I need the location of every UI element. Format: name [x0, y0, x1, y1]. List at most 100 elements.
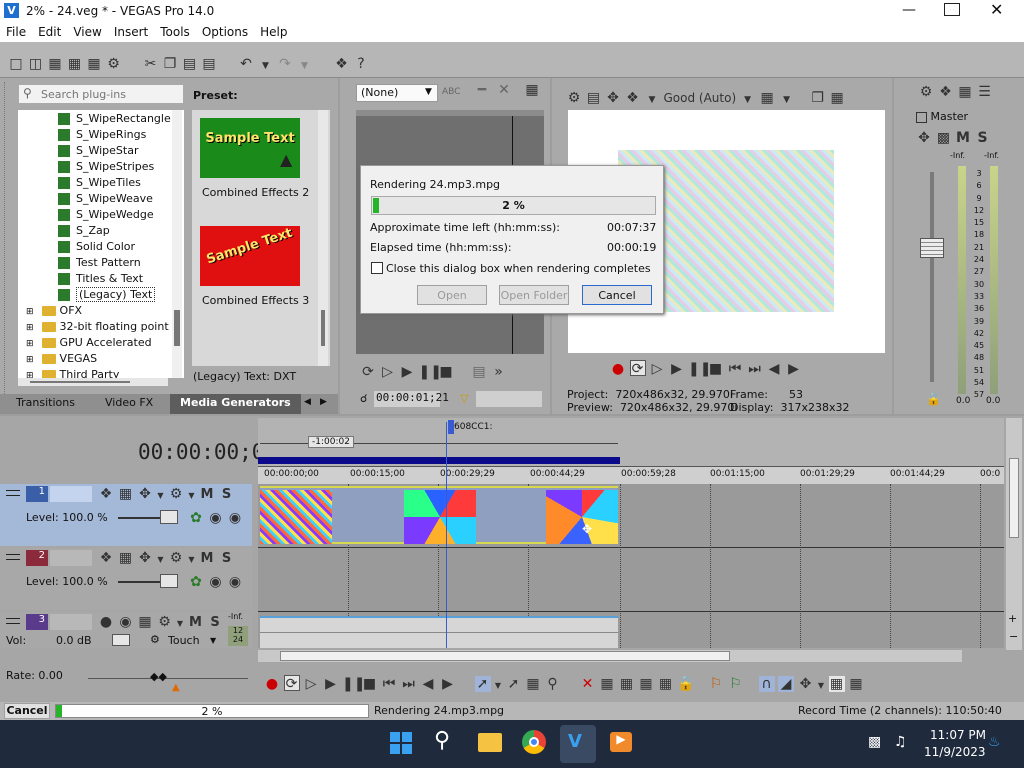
- file-explorer-icon[interactable]: [478, 733, 502, 752]
- touch-mode[interactable]: Touch: [168, 634, 200, 647]
- expand-icon[interactable]: ⊞: [26, 371, 34, 378]
- undo-dropdown-icon[interactable]: ▼: [258, 58, 274, 74]
- menu-insert[interactable]: Insert: [108, 22, 154, 39]
- record-arm-icon[interactable]: ●: [98, 614, 114, 630]
- tree-hscrollbar[interactable]: [18, 378, 168, 386]
- new-icon[interactable]: □: [8, 56, 24, 72]
- pause-icon[interactable]: ❚❚: [342, 676, 365, 692]
- grid-icon[interactable]: ▦: [759, 90, 775, 106]
- track-fx-icon[interactable]: ▦: [118, 550, 134, 566]
- volume-icon[interactable]: ♫: [894, 734, 907, 750]
- track-fx-icon[interactable]: ▦: [118, 486, 134, 502]
- start-icon[interactable]: [390, 732, 412, 754]
- tree-folder[interactable]: ⊞ Third Party: [26, 368, 169, 378]
- undo-icon[interactable]: ↶: [238, 56, 254, 72]
- record-icon[interactable]: ●: [264, 676, 280, 692]
- chevron-down-icon[interactable]: ▼: [157, 552, 165, 568]
- add-to-timeline-icon[interactable]: ▤: [471, 364, 487, 380]
- split-screen-icon[interactable]: ✥: [605, 90, 621, 106]
- track-name-field[interactable]: [50, 614, 92, 630]
- chevron-down-icon[interactable]: ▼: [157, 488, 165, 504]
- next-frame-icon[interactable]: ▶: [440, 676, 456, 692]
- expand-icon[interactable]: ⊞: [26, 339, 34, 349]
- open-button[interactable]: Open: [417, 285, 487, 305]
- loop-icon[interactable]: ⟳: [283, 675, 300, 692]
- chevron-down-icon[interactable]: ▼: [644, 92, 660, 108]
- quality-label[interactable]: Good (Auto): [664, 90, 737, 106]
- track-name-field[interactable]: [50, 486, 92, 502]
- properties-icon[interactable]: ⚙: [106, 56, 122, 72]
- master-checkbox-icon[interactable]: [916, 111, 927, 123]
- copy-icon[interactable]: ❐: [162, 56, 178, 72]
- selection-tool-icon[interactable]: ▦: [525, 676, 541, 692]
- cut-icon[interactable]: ✂: [143, 56, 159, 72]
- vegas-taskbar-icon[interactable]: V: [560, 725, 596, 763]
- track-settings-icon[interactable]: ⚙: [168, 486, 184, 502]
- go-to-end-icon[interactable]: ⏭: [747, 361, 763, 377]
- go-to-end-icon[interactable]: ⏭: [401, 676, 417, 692]
- play-icon[interactable]: ▶: [323, 676, 339, 692]
- track-settings-icon[interactable]: ⚙: [157, 614, 173, 630]
- region-insert-icon[interactable]: ⚐: [728, 676, 744, 692]
- marker-insert-icon[interactable]: ⚐: [708, 676, 724, 692]
- envelope-tool-icon[interactable]: ➚: [506, 676, 522, 692]
- chevron-down-icon[interactable]: ▼: [176, 616, 184, 632]
- menu-help[interactable]: Help: [254, 22, 293, 39]
- tree-item[interactable]: Titles & Text: [58, 272, 171, 288]
- preset-scrollbar[interactable]: [318, 110, 328, 366]
- master-fx-icon[interactable]: ✥: [916, 130, 932, 146]
- tree-item[interactable]: Solid Color: [58, 240, 171, 256]
- open-icon[interactable]: ◫: [28, 56, 44, 72]
- chevron-down-icon[interactable]: ▼: [494, 678, 502, 694]
- chevron-down-icon[interactable]: ▼: [740, 92, 756, 108]
- snapping-icon[interactable]: ∩: [758, 676, 775, 692]
- level-slider-handle[interactable]: [160, 574, 178, 588]
- clock-time[interactable]: 11:07 PM: [930, 728, 986, 742]
- tab-transitions[interactable]: Transitions: [16, 396, 75, 409]
- tree-item[interactable]: S_WipeRectangle: [58, 112, 171, 128]
- notification-icon[interactable]: ♨: [988, 734, 1001, 750]
- go-to-start-icon[interactable]: ⏮: [727, 361, 743, 377]
- phase-invert-icon[interactable]: ◉: [118, 614, 134, 630]
- auto-crossfade-icon[interactable]: ◢: [778, 676, 794, 692]
- play-from-start-icon[interactable]: ▷: [380, 364, 396, 380]
- tree-item[interactable]: S_Zap: [58, 224, 171, 240]
- composite-mode-icon[interactable]: ✿: [188, 510, 204, 526]
- mute-button[interactable]: M: [199, 551, 215, 567]
- track-header-2[interactable]: 2 ❖ ▦ ✥ ▼ ⚙ ▼ M S Level: 100.0 % ✿ ◉ ◉: [0, 548, 252, 610]
- composite-mode-icon[interactable]: ✿: [188, 574, 204, 590]
- help-icon[interactable]: ?: [353, 56, 369, 72]
- chevron-down-icon[interactable]: ▼: [188, 552, 196, 568]
- event-fx-icon[interactable]: ▦: [848, 676, 864, 692]
- track-motion-icon[interactable]: ❖: [98, 486, 114, 502]
- open-folder-button[interactable]: Open Folder: [499, 285, 569, 305]
- trim-end-icon[interactable]: ▦: [638, 676, 654, 692]
- ripple-icon[interactable]: ✥: [798, 676, 814, 692]
- zoom-in-icon[interactable]: +: [1008, 612, 1017, 625]
- paste-icon[interactable]: ▤: [182, 56, 198, 72]
- track-header-3[interactable]: 3 ● ◉ ▦ ⚙ ▼ M S -Inf. Vol: 0.0 dB ⚙ Touc…: [0, 612, 252, 648]
- parent-motion-icon[interactable]: ◉: [208, 510, 224, 526]
- normal-edit-tool-icon[interactable]: ➚: [474, 676, 491, 692]
- tree-item[interactable]: S_WipeRings: [58, 128, 171, 144]
- go-to-start-icon[interactable]: ⏮: [381, 676, 397, 692]
- compositing-icon[interactable]: ✥: [137, 486, 153, 502]
- tree-scrollbar[interactable]: [172, 110, 182, 378]
- marker-flag[interactable]: [448, 420, 454, 434]
- parent-motion-icon[interactable]: ◉: [208, 574, 224, 590]
- track-name-field[interactable]: [50, 550, 92, 566]
- compositing-icon[interactable]: ✥: [137, 550, 153, 566]
- tree-folder[interactable]: ⊞ GPU Accelerated: [26, 336, 169, 352]
- chevron-down-icon[interactable]: ▼: [210, 636, 216, 645]
- play-icon[interactable]: ▶: [399, 364, 415, 380]
- mute-button[interactable]: M: [199, 487, 215, 503]
- child-icon[interactable]: ◉: [227, 510, 243, 526]
- stop-icon[interactable]: ■: [438, 364, 454, 380]
- pause-icon[interactable]: ❚❚: [419, 364, 442, 380]
- event-grouping-icon[interactable]: ▦: [828, 676, 845, 692]
- stop-icon[interactable]: ■: [708, 361, 724, 377]
- trimmer-dropdown[interactable]: (None) ▼: [356, 84, 438, 102]
- chevron-down-icon[interactable]: ▼: [188, 488, 196, 504]
- copy-snapshot-icon[interactable]: ❐: [810, 90, 826, 106]
- zoom-tool-icon[interactable]: ⚲: [545, 676, 561, 692]
